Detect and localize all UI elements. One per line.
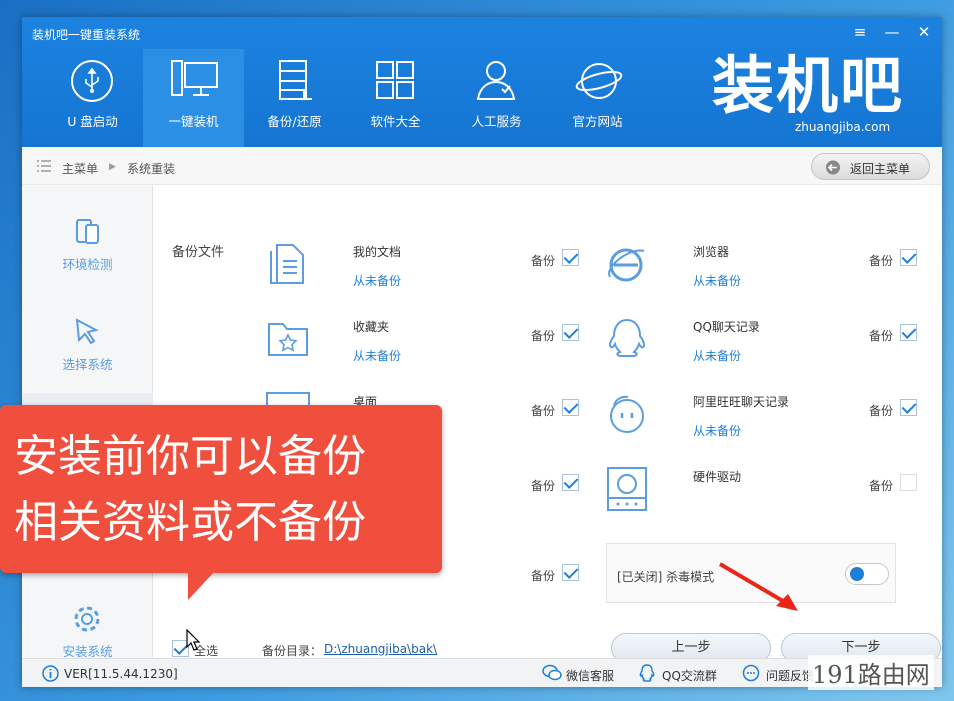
breadcrumb-current: 系统重装: [127, 162, 176, 176]
qq-group-link[interactable]: QQ交流群: [662, 667, 717, 684]
sidebar-label: 环境检测: [62, 257, 113, 272]
item-status[interactable]: 从未备份: [353, 272, 401, 289]
qq-group-icon: [639, 664, 655, 682]
item-name: 收藏夹: [353, 320, 390, 334]
apps-grid-icon: [376, 61, 414, 99]
callout-tail: [188, 570, 216, 600]
breadcrumb-arrow-icon: ▶: [109, 162, 116, 172]
backup-checkbox-documents[interactable]: [562, 249, 579, 266]
item-name: 硬件驱动: [693, 470, 742, 484]
backup-checkbox-hidden-2[interactable]: [562, 564, 579, 581]
sidebar-item-env-check[interactable]: 环境检测: [22, 195, 153, 285]
red-arrow-annotation: [718, 562, 798, 611]
aliwangwang-icon: [610, 395, 644, 433]
footer: VER[11.5.44.1230] 微信客服 QQ交流群 问题反馈: [22, 658, 942, 687]
return-icon: [826, 160, 840, 175]
nav-one-click-install[interactable]: 一键装机: [143, 49, 244, 147]
nav-backup-restore[interactable]: 备份/还原: [244, 49, 345, 147]
antivirus-mode-label: [已关闭] 杀毒模式: [617, 570, 715, 584]
wechat-icon: [542, 664, 562, 681]
version-label: VER[11.5.44.1230]: [64, 667, 178, 681]
hardware-driver-icon: [607, 467, 647, 511]
folder-star-icon: [268, 323, 308, 356]
brand-url: zhuangjiba.com: [795, 120, 891, 134]
minimize-icon[interactable]: —: [882, 23, 902, 41]
feedback-link[interactable]: 问题反馈: [766, 667, 814, 684]
item-status[interactable]: 从未备份: [693, 347, 741, 364]
backup-icon: [279, 60, 312, 100]
backup-word: 备份: [869, 254, 894, 268]
nav-label: 备份/还原: [267, 114, 322, 129]
top-nav: U 盘启动 一键装机 备份/还原 软件大全 人工服务 官方网站: [42, 49, 648, 147]
close-icon[interactable]: ✕: [914, 23, 934, 41]
backup-word: 备份: [531, 479, 556, 493]
nav-manual-service[interactable]: 人工服务: [446, 49, 547, 147]
document-icon: [270, 244, 304, 284]
nav-usb-boot[interactable]: U 盘启动: [42, 49, 143, 147]
backup-checkbox-desktop[interactable]: [562, 399, 579, 416]
item-name: QQ聊天记录: [693, 320, 760, 334]
breadcrumb: 主菜单 ▶ 系统重装 返回主菜单: [22, 147, 942, 185]
annotation-callout: 安装前你可以备份 相关资料或不备份: [0, 405, 442, 573]
mouse-cursor-icon: [186, 629, 201, 651]
person-icon: [476, 61, 516, 100]
nav-software[interactable]: 软件大全: [345, 49, 446, 147]
backup-word: 备份: [531, 254, 556, 268]
nav-official-site[interactable]: 官方网站: [547, 49, 648, 147]
list-icon: [37, 160, 51, 172]
item-status[interactable]: 从未备份: [693, 272, 741, 289]
backup-checkbox-hidden-1[interactable]: [562, 474, 579, 491]
breadcrumb-root[interactable]: 主菜单: [62, 160, 98, 177]
backup-word: 备份: [869, 479, 894, 493]
antivirus-toggle[interactable]: [845, 563, 889, 585]
monitor-icon: [171, 60, 218, 96]
back-button-label: 返回主菜单: [850, 162, 911, 176]
backup-checkbox-qq-chat[interactable]: [900, 324, 917, 341]
sidebar-item-select-system[interactable]: 选择系统: [22, 295, 153, 385]
backup-dir-label: 备份目录：: [262, 644, 323, 658]
item-name: 我的文档: [353, 245, 402, 259]
nav-label: U 盘启动: [67, 114, 118, 129]
usb-icon: [71, 60, 113, 102]
item-status[interactable]: 从未备份: [353, 347, 401, 364]
nav-label: 人工服务: [471, 114, 522, 129]
callout-line-1: 安装前你可以备份: [14, 431, 366, 482]
menu-icon[interactable]: ≡: [850, 23, 870, 41]
item-name: 阿里旺旺聊天记录: [693, 395, 790, 409]
backup-word: 备份: [869, 329, 894, 343]
sidebar-label: 选择系统: [62, 357, 113, 372]
qq-icon: [609, 318, 645, 357]
backup-word: 备份: [531, 329, 556, 343]
cursor-icon: [75, 318, 99, 345]
browser-icon: [608, 248, 645, 282]
backup-word: 备份: [531, 569, 556, 583]
backup-dir-link[interactable]: D:\zhuangjiba\bak\: [324, 642, 437, 656]
item-status[interactable]: 从未备份: [693, 422, 741, 439]
backup-word: 备份: [531, 404, 556, 418]
section-label: 备份文件: [172, 245, 225, 260]
backup-checkbox-hardware-driver[interactable]: [900, 474, 917, 491]
backup-checkbox-favorites[interactable]: [562, 324, 579, 341]
item-name: 浏览器: [693, 245, 730, 259]
nav-label: 软件大全: [370, 114, 421, 129]
nav-label: 官方网站: [572, 114, 623, 129]
watermark: 191路由网: [808, 655, 934, 690]
gear-icon: [74, 606, 100, 632]
app-title: 装机吧一键重装系统: [32, 28, 141, 42]
callout-line-2: 相关资料或不备份: [14, 497, 366, 548]
device-icon: [76, 219, 99, 244]
back-to-main-menu-button[interactable]: 返回主菜单: [811, 153, 930, 180]
feedback-icon: [742, 664, 760, 682]
brand-logo: 装机吧: [712, 49, 905, 122]
globe-icon: [575, 63, 623, 99]
backup-checkbox-browser[interactable]: [900, 249, 917, 266]
backup-word: 备份: [869, 404, 894, 418]
info-icon: [42, 665, 59, 682]
backup-checkbox-aliwangwang[interactable]: [900, 399, 917, 416]
header: 装机吧一键重装系统 ≡ — ✕ U 盘启动 一键装机 备份/还原 软件大全 人工…: [22, 17, 942, 147]
wechat-support-link[interactable]: 微信客服: [566, 667, 614, 684]
nav-label: 一键装机: [168, 114, 219, 129]
